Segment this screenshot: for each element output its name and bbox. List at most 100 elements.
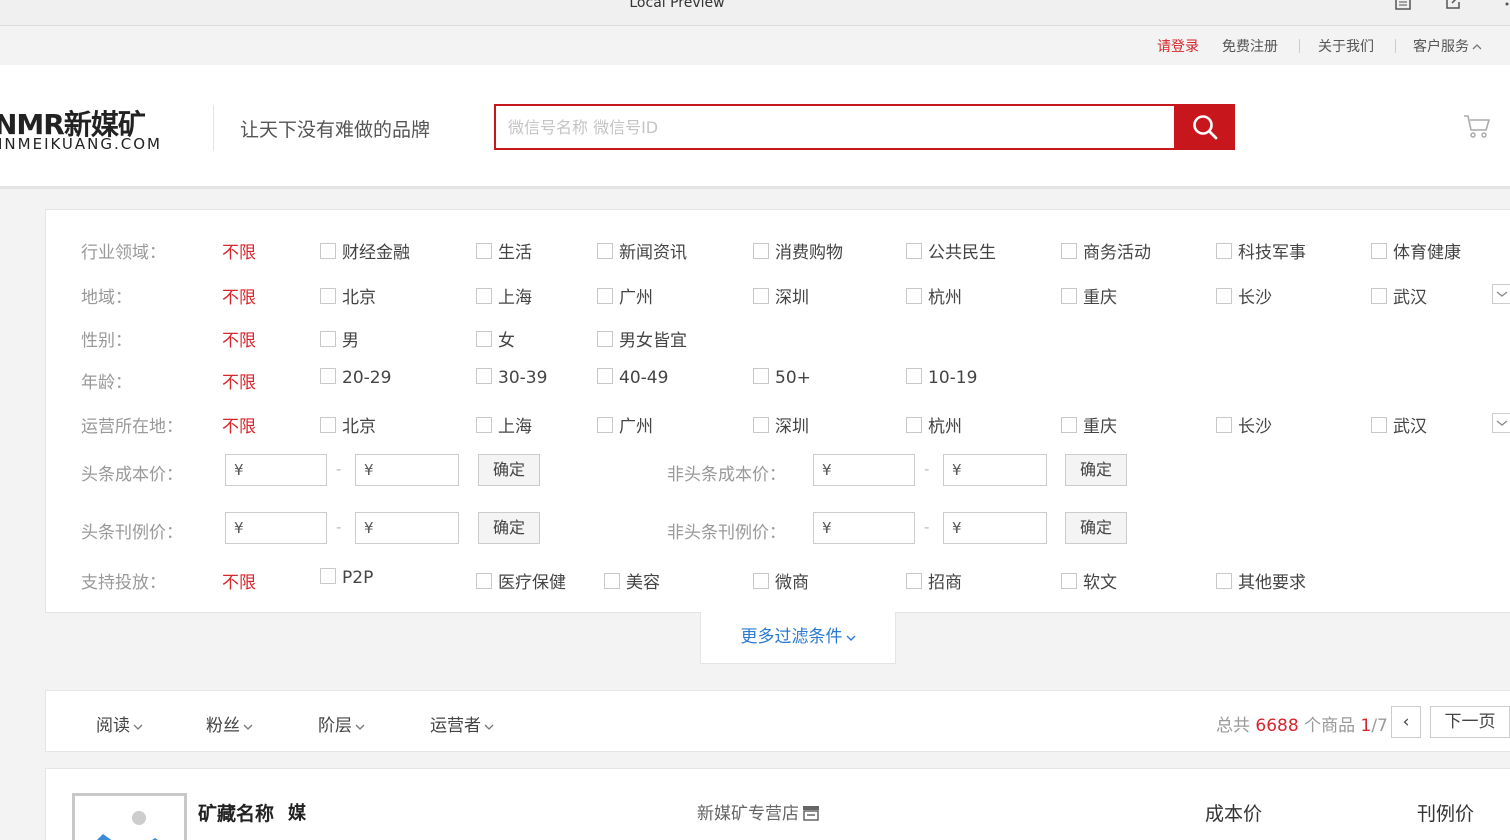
filter-option[interactable]: 杭州 xyxy=(906,283,962,308)
cart-icon[interactable] xyxy=(1462,112,1492,140)
non-headline-cost-min-input[interactable]: ¥ xyxy=(813,454,915,486)
checkbox[interactable] xyxy=(476,288,492,304)
non-headline-rate-confirm-button[interactable]: 确定 xyxy=(1065,512,1127,544)
filter-option[interactable]: 武汉 xyxy=(1371,283,1427,308)
non-headline-rate-min-input[interactable]: ¥ xyxy=(813,512,915,544)
filter-option[interactable]: 长沙 xyxy=(1216,283,1272,308)
product-thumbnail[interactable] xyxy=(72,793,187,840)
store-link[interactable]: 新媒矿专营店 xyxy=(697,799,820,824)
checkbox[interactable] xyxy=(597,243,613,259)
checkbox[interactable] xyxy=(753,288,769,304)
headline-rate-min-input[interactable]: ¥ xyxy=(225,512,327,544)
filter-option[interactable]: 深圳 xyxy=(753,283,809,308)
filter-option[interactable]: 体育健康 xyxy=(1371,238,1461,263)
sort-fans[interactable]: 粉丝 xyxy=(206,711,253,736)
headline-cost-confirm-button[interactable]: 确定 xyxy=(478,454,540,486)
checkbox[interactable] xyxy=(1371,243,1387,259)
headline-rate-confirm-button[interactable]: 确定 xyxy=(478,512,540,544)
filter-unlimited[interactable]: 不限 xyxy=(222,412,256,437)
filter-option[interactable]: 30-39 xyxy=(476,368,547,392)
filter-option[interactable]: 北京 xyxy=(320,283,376,308)
customer-service-link[interactable]: 客户服务 xyxy=(1413,36,1482,56)
filter-option[interactable]: 财经金融 xyxy=(320,238,410,263)
checkbox[interactable] xyxy=(1061,573,1077,589)
site-logo[interactable]: NMR新媒矿 INMEIKUANG.COM xyxy=(0,103,179,155)
prev-page-button[interactable]: ‹ xyxy=(1391,706,1421,738)
checkbox[interactable] xyxy=(476,368,492,384)
checkbox[interactable] xyxy=(1216,417,1232,433)
checkbox[interactable] xyxy=(597,288,613,304)
non-headline-cost-confirm-button[interactable]: 确定 xyxy=(1065,454,1127,486)
checkbox[interactable] xyxy=(1061,288,1077,304)
checkbox[interactable] xyxy=(753,243,769,259)
filter-option[interactable]: 新闻资讯 xyxy=(597,238,687,263)
checkbox[interactable] xyxy=(320,417,336,433)
checkbox[interactable] xyxy=(906,573,922,589)
search-input[interactable] xyxy=(496,106,1174,148)
checkbox[interactable] xyxy=(753,417,769,433)
filter-option[interactable]: 科技军事 xyxy=(1216,238,1306,263)
sort-operator[interactable]: 运营者 xyxy=(430,711,494,736)
non-headline-cost-max-input[interactable]: ¥ xyxy=(943,454,1047,486)
product-name[interactable]: 矿藏名称 xyxy=(198,799,274,826)
checkbox[interactable] xyxy=(906,288,922,304)
about-link[interactable]: 关于我们 xyxy=(1318,36,1374,56)
checkbox[interactable] xyxy=(320,331,336,347)
checkbox[interactable] xyxy=(1216,243,1232,259)
checkbox[interactable] xyxy=(1061,243,1077,259)
filter-option[interactable]: 广州 xyxy=(597,283,653,308)
document-icon[interactable] xyxy=(1394,0,1412,12)
checkbox[interactable] xyxy=(753,368,769,384)
checkbox[interactable] xyxy=(753,573,769,589)
headline-cost-min-input[interactable]: ¥ xyxy=(225,454,327,486)
checkbox[interactable] xyxy=(597,417,613,433)
filter-unlimited[interactable]: 不限 xyxy=(222,368,256,393)
filter-option[interactable]: 招商 xyxy=(906,568,962,593)
filter-unlimited[interactable]: 不限 xyxy=(222,283,256,308)
checkbox[interactable] xyxy=(320,568,336,584)
checkbox[interactable] xyxy=(597,368,613,384)
checkbox[interactable] xyxy=(906,417,922,433)
sort-tier[interactable]: 阶层 xyxy=(318,711,365,736)
checkbox[interactable] xyxy=(476,331,492,347)
checkbox[interactable] xyxy=(906,243,922,259)
filter-option[interactable]: 北京 xyxy=(320,412,376,437)
filter-option[interactable]: 杭州 xyxy=(906,412,962,437)
filter-option[interactable]: 男 xyxy=(320,326,359,351)
checkbox[interactable] xyxy=(597,331,613,347)
checkbox[interactable] xyxy=(1061,417,1077,433)
filter-unlimited[interactable]: 不限 xyxy=(222,238,256,263)
checkbox[interactable] xyxy=(906,368,922,384)
filter-option[interactable]: 公共民生 xyxy=(906,238,996,263)
sort-reads[interactable]: 阅读 xyxy=(96,711,143,736)
checkbox[interactable] xyxy=(476,417,492,433)
more-filters-button[interactable]: 更多过滤条件 xyxy=(700,612,896,664)
filter-option[interactable]: 深圳 xyxy=(753,412,809,437)
filter-option[interactable]: P2P xyxy=(320,568,373,592)
filter-option[interactable]: 10-19 xyxy=(906,368,977,392)
login-link[interactable]: 请登录 xyxy=(1157,36,1199,56)
expand-region-button[interactable] xyxy=(1492,284,1510,304)
expand-operator-location-button[interactable] xyxy=(1492,413,1510,433)
filter-option[interactable]: 上海 xyxy=(476,283,532,308)
register-link[interactable]: 免费注册 xyxy=(1222,36,1278,56)
checkbox[interactable] xyxy=(476,573,492,589)
checkbox[interactable] xyxy=(1216,288,1232,304)
filter-option[interactable]: 商务活动 xyxy=(1061,238,1151,263)
filter-unlimited[interactable]: 不限 xyxy=(222,568,256,593)
filter-option[interactable]: 20-29 xyxy=(320,368,391,392)
search-button[interactable] xyxy=(1175,104,1235,150)
filter-option[interactable]: 其他要求 xyxy=(1216,568,1306,593)
filter-option[interactable]: 医疗保健 xyxy=(476,568,566,593)
filter-option[interactable]: 武汉 xyxy=(1371,412,1427,437)
checkbox[interactable] xyxy=(1371,288,1387,304)
headline-cost-max-input[interactable]: ¥ xyxy=(355,454,459,486)
filter-option[interactable]: 微商 xyxy=(753,568,809,593)
checkbox[interactable] xyxy=(320,368,336,384)
filter-option[interactable]: 美容 xyxy=(604,568,660,593)
filter-option[interactable]: 重庆 xyxy=(1061,283,1117,308)
checkbox[interactable] xyxy=(604,573,620,589)
checkbox[interactable] xyxy=(476,243,492,259)
more-icon[interactable] xyxy=(1500,0,1510,12)
next-page-button[interactable]: 下一页 xyxy=(1430,706,1510,738)
